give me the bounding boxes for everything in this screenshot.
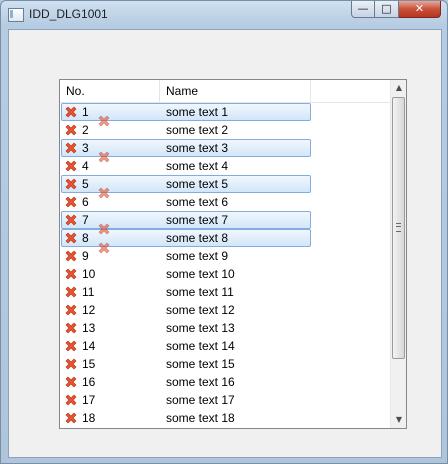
red-x-icon — [64, 357, 78, 371]
list-item[interactable]: 4 some text 4 — [60, 151, 390, 175]
drag-ghost-x-icon — [97, 222, 111, 236]
row-number: 9 — [82, 249, 89, 263]
minimize-icon: — — [357, 2, 369, 15]
row-number: 2 — [82, 123, 89, 137]
row-number: 5 — [82, 177, 89, 191]
list-item[interactable]: 17 some text 17 — [60, 391, 390, 409]
red-x-icon — [64, 249, 78, 263]
row-name: some text 8 — [166, 231, 229, 245]
row-number: 14 — [82, 339, 96, 353]
list-item[interactable]: 14 some text 14 — [60, 337, 390, 355]
list-item[interactable]: 16 some text 16 — [60, 373, 390, 391]
row-number: 12 — [82, 303, 96, 317]
row-number: 4 — [82, 159, 89, 173]
red-x-icon — [64, 375, 78, 389]
list-rows: 1 some text 1 2 some text 2 3 some text 3 4 som… — [60, 103, 390, 427]
column-header-empty[interactable] — [311, 80, 390, 102]
drag-ghost-x-icon — [97, 186, 111, 200]
red-x-icon — [64, 195, 78, 209]
row-name: some text 10 — [166, 267, 235, 281]
row-number: 11 — [82, 285, 95, 299]
row-name: some text 15 — [166, 357, 235, 371]
row-name: some text 17 — [166, 393, 235, 407]
vertical-scrollbar[interactable]: ▲ ▼ — [390, 80, 406, 428]
row-name: some text 11 — [166, 285, 234, 299]
scroll-down-arrow-icon[interactable]: ▼ — [391, 412, 406, 428]
dialog-client-area: No. Name 1 some text 1 2 some text 2 3 some t… — [8, 29, 442, 458]
red-x-icon — [64, 339, 78, 353]
row-number: 7 — [82, 213, 89, 227]
row-number: 10 — [82, 267, 96, 281]
row-number: 8 — [82, 231, 89, 245]
row-number: 16 — [82, 375, 96, 389]
minimize-button[interactable]: — — [351, 1, 375, 18]
column-header-name[interactable]: Name — [160, 80, 311, 102]
drag-ghost-x-icon — [97, 150, 111, 164]
column-header-no[interactable]: No. — [60, 80, 160, 102]
dialog-window: IDD_DLG1001 — □ ✕ No. Name 1 some text 12… — [0, 0, 448, 464]
maximize-button[interactable]: □ — [375, 1, 399, 18]
row-name: some text 5 — [166, 177, 229, 191]
row-number: 3 — [82, 141, 89, 155]
row-name: some text 1 — [166, 105, 229, 119]
row-name: some text 12 — [166, 303, 235, 317]
row-name: some text 7 — [166, 213, 229, 227]
row-number: 1 — [82, 105, 89, 119]
red-x-icon — [64, 267, 78, 281]
red-x-icon — [64, 285, 78, 299]
red-x-icon — [64, 411, 78, 425]
close-button[interactable]: ✕ — [399, 1, 441, 18]
list-item[interactable]: 9 some text 9 — [60, 242, 390, 265]
list-item[interactable]: 11 some text 11 — [60, 283, 390, 301]
list-item[interactable]: 15 some text 15 — [60, 355, 390, 373]
red-x-icon — [64, 393, 78, 407]
red-x-icon — [64, 321, 78, 335]
list-item[interactable]: 13 some text 13 — [60, 319, 390, 337]
row-number: 18 — [82, 411, 96, 425]
list-view[interactable]: No. Name 1 some text 1 2 some text 2 3 some t… — [59, 79, 407, 429]
red-x-icon — [64, 303, 78, 317]
drag-ghost-x-icon — [97, 114, 111, 128]
row-name: some text 3 — [166, 141, 229, 155]
row-name: some text 4 — [166, 159, 229, 173]
row-name: some text 14 — [166, 339, 235, 353]
drag-ghost-x-icon — [97, 241, 111, 255]
scroll-up-arrow-icon[interactable]: ▲ — [391, 80, 406, 96]
scrollbar-thumb[interactable] — [392, 97, 405, 359]
list-item[interactable]: 10 some text 10 — [60, 265, 390, 283]
red-x-icon — [64, 123, 78, 137]
title-bar[interactable]: IDD_DLG1001 — □ ✕ — [1, 1, 447, 29]
red-x-icon — [64, 105, 78, 119]
red-x-icon — [64, 231, 78, 245]
window-title: IDD_DLG1001 — [29, 7, 108, 21]
scrollbar-grip-icon — [396, 223, 401, 232]
list-item[interactable]: 2 some text 2 — [60, 115, 390, 139]
list-header: No. Name — [60, 80, 390, 103]
close-icon: ✕ — [414, 2, 425, 15]
row-number: 15 — [82, 357, 96, 371]
red-x-icon — [64, 177, 78, 191]
row-name: some text 9 — [166, 249, 229, 263]
row-number: 13 — [82, 321, 96, 335]
row-number: 6 — [82, 195, 89, 209]
app-window-icon[interactable] — [8, 8, 24, 22]
list-item[interactable]: 18 some text 18 — [60, 409, 390, 427]
list-item[interactable]: 12 some text 12 — [60, 301, 390, 319]
list-item[interactable]: 6 some text 6 — [60, 187, 390, 211]
maximize-icon: □ — [381, 2, 392, 15]
red-x-icon — [64, 213, 78, 227]
row-name: some text 2 — [166, 123, 229, 137]
row-name: some text 13 — [166, 321, 235, 335]
row-number: 17 — [82, 393, 96, 407]
caption-buttons: — □ ✕ — [351, 1, 441, 18]
red-x-icon — [64, 159, 78, 173]
row-name: some text 16 — [166, 375, 235, 389]
row-name: some text 6 — [166, 195, 229, 209]
red-x-icon — [64, 141, 78, 155]
row-name: some text 18 — [166, 411, 235, 425]
